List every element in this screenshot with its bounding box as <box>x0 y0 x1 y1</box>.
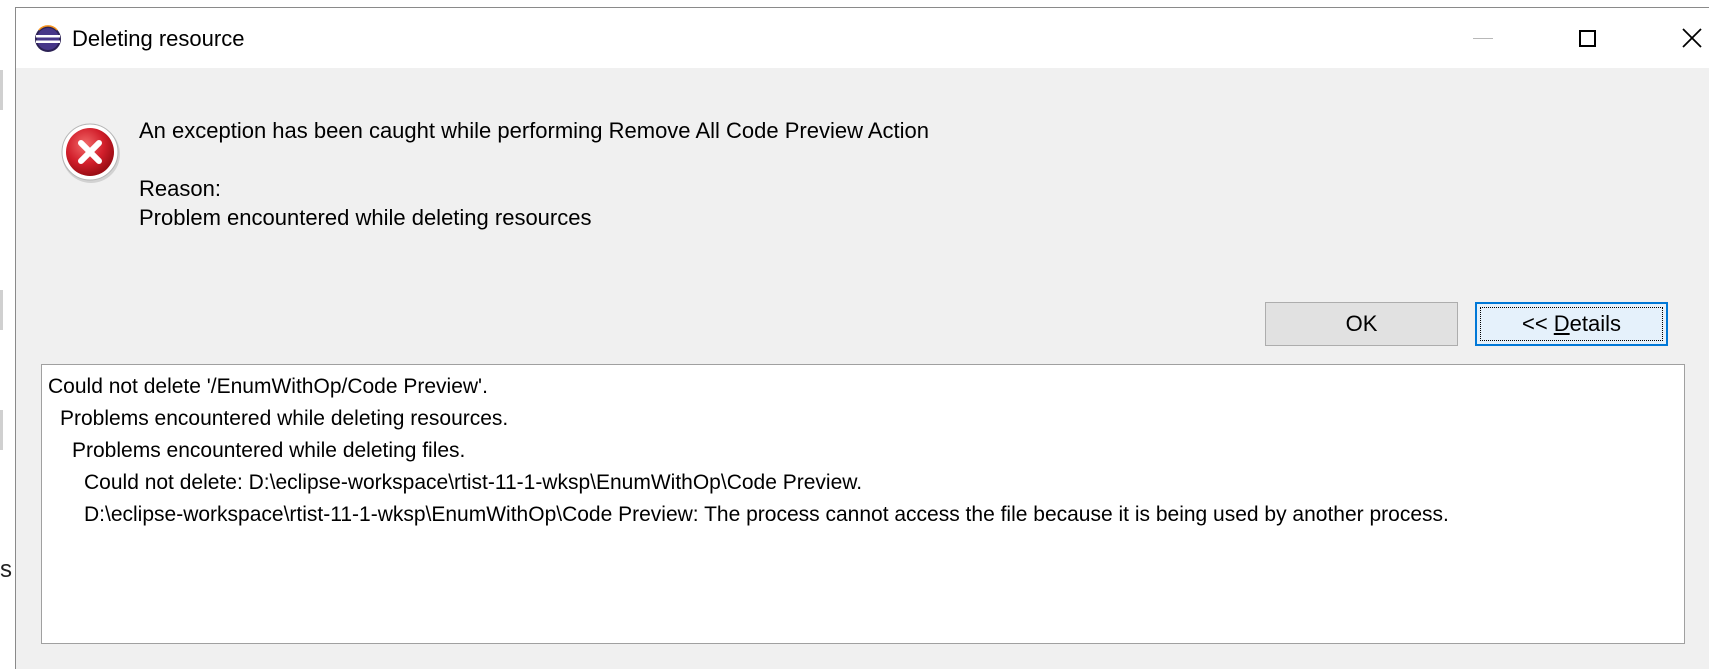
reason-text: Problem encountered while deleting resou… <box>139 205 592 230</box>
ok-button-label: OK <box>1345 311 1378 336</box>
details-text-area[interactable]: Could not delete '/EnumWithOp/Code Previ… <box>41 364 1685 644</box>
minimize-button[interactable] <box>1441 8 1525 68</box>
maximize-button[interactable] <box>1545 8 1629 68</box>
details-line: Could not delete '/EnumWithOp/Code Previ… <box>48 375 488 398</box>
error-icon <box>61 123 120 183</box>
minimize-icon <box>1473 37 1493 39</box>
details-line: Problems encountered while deleting reso… <box>60 407 509 430</box>
background-window-edge: s <box>0 0 15 669</box>
error-dialog: Deleting resource An exception has been … <box>15 7 1709 669</box>
details-line: Could not delete: D:\eclipse-workspace\r… <box>84 471 863 494</box>
ok-button[interactable]: OK <box>1265 302 1458 346</box>
maximize-icon <box>1578 29 1596 47</box>
background-divider <box>0 70 3 110</box>
window-title: Deleting resource <box>72 26 245 51</box>
title-bar[interactable]: Deleting resource <box>16 8 1709 68</box>
background-divider <box>0 410 3 450</box>
details-line: D:\eclipse-workspace\rtist-11-1-wksp\Enu… <box>84 503 1449 526</box>
reason-label: Reason: <box>139 176 221 201</box>
details-line: Problems encountered while deleting file… <box>72 439 466 462</box>
details-button[interactable]: << Details <box>1475 302 1668 346</box>
close-icon <box>1682 28 1702 48</box>
background-text: s <box>0 556 12 583</box>
eclipse-icon <box>35 25 61 52</box>
close-button[interactable] <box>1650 8 1709 68</box>
focus-ring <box>1480 307 1663 341</box>
error-message: An exception has been caught while perfo… <box>139 118 930 143</box>
background-divider <box>0 290 3 330</box>
